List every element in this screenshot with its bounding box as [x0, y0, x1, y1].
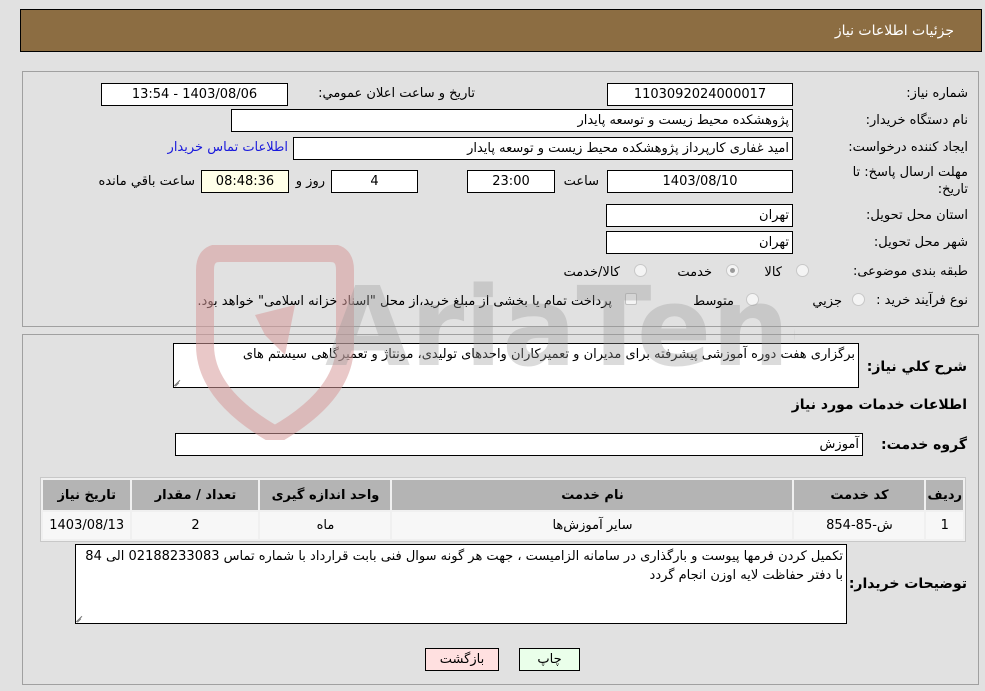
cell-quantity: 2: [132, 512, 259, 539]
table-header-row: ردیف کد خدمت نام خدمت واحد اندازه گیری ت…: [43, 480, 963, 510]
cell-row-number: 1: [926, 512, 963, 539]
col-header-row-number: ردیف: [926, 480, 963, 510]
city-field[interactable]: تهران: [606, 231, 793, 254]
service-group-label: گروه خدمت:: [881, 437, 967, 453]
time-remaining-label: ساعت باقي مانده: [98, 174, 195, 189]
deadline-date-field[interactable]: 1403/08/10: [607, 170, 793, 193]
announce-datetime-field[interactable]: 1403/08/06 - 13:54: [101, 83, 288, 106]
deadline-time-field[interactable]: 23:00: [467, 170, 555, 193]
cell-service-code: ش-85-854: [794, 512, 925, 539]
process-radio-medium[interactable]: [746, 293, 759, 306]
category-option-service: خدمت: [677, 265, 712, 280]
category-radio-service[interactable]: [726, 264, 739, 277]
days-remaining-field: 4: [331, 170, 418, 193]
services-table: ردیف کد خدمت نام خدمت واحد اندازه گیری ت…: [40, 477, 966, 542]
category-label: طبقه بندی موضوعی:: [852, 264, 968, 279]
buyer-notes-field[interactable]: تکمیل کردن فرمها پیوست و بارگذاری در سام…: [75, 544, 847, 624]
cell-unit: ماه: [260, 512, 391, 539]
page-header: جزئیات اطلاعات نیاز: [20, 9, 982, 52]
requester-field[interactable]: امید غفاری کارپرداز پژوهشکده محیط زیست و…: [293, 137, 793, 160]
city-label: شهر محل تحویل:: [873, 235, 968, 250]
buyer-org-field[interactable]: پژوهشکده محیط زیست و توسعه پایدار: [231, 109, 793, 132]
cell-service-name: سایر آموزش‌ها: [392, 512, 793, 539]
process-label: نوع فرآیند خرید :: [876, 293, 968, 308]
service-group-field[interactable]: آموزش: [175, 433, 863, 456]
requester-label: ایجاد کننده درخواست:: [848, 140, 968, 155]
need-number-label: شماره نیاز:: [906, 86, 968, 101]
table-row: 1 ش-85-854 سایر آموزش‌ها ماه 2 1403/08/1…: [43, 512, 963, 539]
category-option-goods: کالا: [764, 265, 782, 280]
description-text: برگزاری هفت دوره آموزشی پیشرفته برای مدی…: [242, 347, 855, 362]
description-label: شرح کلي نياز:: [866, 359, 967, 375]
buyer-contact-link[interactable]: اطلاعات تماس خریدار: [168, 140, 288, 155]
province-field[interactable]: تهران: [606, 204, 793, 227]
process-option-medium: متوسط: [693, 294, 734, 309]
resize-handle-icon[interactable]: [176, 377, 184, 385]
page-title: جزئیات اطلاعات نیاز: [834, 23, 954, 39]
buyer-org-label: نام دستگاه خریدار:: [865, 113, 968, 128]
announce-datetime-label: تاریخ و ساعت اعلان عمومي:: [318, 86, 475, 101]
buyer-notes-label: توضیحات خریدار:: [848, 576, 967, 592]
print-button[interactable]: چاپ: [519, 648, 580, 671]
services-heading: اطلاعات خدمات مورد نياز: [791, 397, 967, 413]
province-label: استان محل تحویل:: [866, 208, 968, 223]
description-field[interactable]: برگزاری هفت دوره آموزشی پیشرفته برای مدی…: [173, 343, 859, 388]
deadline-label-2: تاریخ:: [937, 182, 968, 197]
time-remaining-field: 08:48:36: [201, 170, 289, 193]
col-header-service-code: کد خدمت: [794, 480, 925, 510]
process-option-minor: جزيي: [812, 294, 842, 309]
col-header-service-name: نام خدمت: [392, 480, 793, 510]
days-label: روز و: [295, 174, 325, 189]
col-header-unit: واحد اندازه گیری: [260, 480, 391, 510]
cell-need-date: 1403/08/13: [43, 512, 131, 539]
col-header-need-date: تاریخ نیاز: [43, 480, 131, 510]
deadline-time-label: ساعت: [563, 174, 599, 189]
category-option-goods-service: کالا/خدمت: [563, 265, 620, 280]
buyer-notes-text: تکمیل کردن فرمها پیوست و بارگذاری در سام…: [85, 549, 843, 583]
back-button[interactable]: بازگشت: [425, 648, 499, 671]
treasury-checkbox[interactable]: [625, 293, 637, 305]
col-header-quantity: تعداد / مقدار: [132, 480, 259, 510]
category-radio-goods-service[interactable]: [634, 264, 647, 277]
category-radio-goods[interactable]: [796, 264, 809, 277]
need-number-field[interactable]: 1103092024000017: [607, 83, 793, 106]
deadline-label: مهلت ارسال پاسخ: تا: [852, 165, 968, 180]
resize-handle-icon[interactable]: [78, 613, 86, 621]
treasury-note: پرداخت تمام یا بخشی از مبلغ خرید،از محل …: [197, 294, 612, 309]
process-radio-minor[interactable]: [852, 293, 865, 306]
